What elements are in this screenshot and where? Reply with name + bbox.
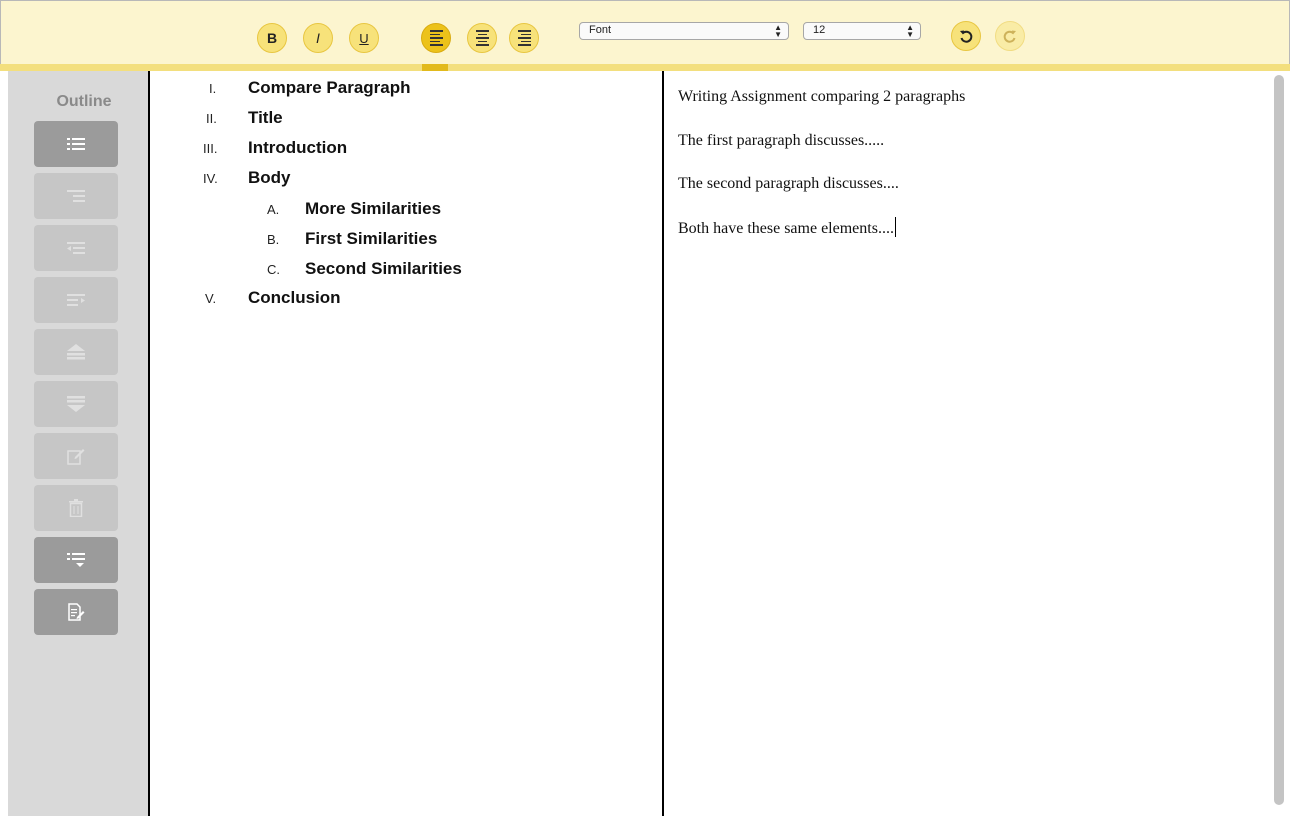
- redo-icon: [1003, 30, 1016, 43]
- move-up-button[interactable]: [34, 329, 118, 375]
- align-center-button[interactable]: [467, 23, 497, 53]
- move-down-icon: [67, 396, 85, 412]
- outline-item-number: I.: [209, 81, 217, 96]
- toolbar-divider: [0, 64, 1290, 71]
- scrollbar[interactable]: [1274, 75, 1284, 805]
- move-down-button[interactable]: [34, 381, 118, 427]
- outline-pane: I. Compare Paragraph II. Title III. Introduct…: [150, 71, 664, 816]
- outline-item[interactable]: Introduction: [248, 138, 347, 158]
- active-align-indicator: [422, 64, 448, 71]
- demote-icon: [67, 294, 85, 306]
- demote-button[interactable]: [34, 277, 118, 323]
- list-options-button[interactable]: [34, 537, 118, 583]
- move-up-icon: [67, 344, 85, 360]
- redo-button[interactable]: [995, 21, 1025, 51]
- outline-item[interactable]: Second Similarities: [305, 259, 462, 279]
- outline-sidebar: Outline: [0, 71, 150, 816]
- undo-icon: [960, 30, 973, 43]
- outline-item-number: III.: [203, 141, 218, 156]
- editor-paragraph-text: Both have these same elements....: [678, 220, 894, 237]
- outline-item[interactable]: First Similarities: [305, 229, 437, 249]
- outline-view-button[interactable]: [34, 121, 118, 167]
- underline-label: U: [359, 30, 369, 46]
- align-right-button[interactable]: [509, 23, 539, 53]
- italic-label: I: [316, 30, 320, 46]
- font-select-value: Font: [589, 24, 612, 36]
- outdent-icon: [67, 242, 85, 254]
- bold-label: B: [266, 30, 278, 46]
- outline-item-number: II.: [206, 111, 217, 126]
- document-edit-icon: [68, 603, 85, 621]
- align-left-button[interactable]: [421, 23, 451, 53]
- font-select[interactable]: Font ▲ ▼: [579, 22, 789, 40]
- outline-item[interactable]: More Similarities: [305, 199, 441, 219]
- edit-icon: [67, 449, 85, 465]
- bold-button[interactable]: B: [257, 23, 287, 53]
- editor-paragraph[interactable]: The second paragraph discusses....: [678, 175, 899, 193]
- align-center-icon: [475, 30, 489, 46]
- select-arrows-icon: ▲ ▼: [906, 23, 914, 39]
- font-size-value: 12: [813, 24, 826, 36]
- align-right-icon: [517, 30, 531, 46]
- outline-item[interactable]: Title: [248, 108, 283, 128]
- delete-button[interactable]: [34, 485, 118, 531]
- outline-item[interactable]: Compare Paragraph: [248, 78, 411, 98]
- outline-item[interactable]: Conclusion: [248, 288, 341, 308]
- document-edit-button[interactable]: [34, 589, 118, 635]
- outline-item-number: A.: [267, 202, 280, 217]
- outline-item-number: B.: [267, 232, 280, 247]
- editor-paragraph[interactable]: Both have these same elements....: [678, 217, 896, 238]
- indent-icon: [67, 190, 85, 202]
- list-icon: [67, 138, 85, 150]
- outdent-button[interactable]: [34, 225, 118, 271]
- text-cursor: [894, 217, 896, 237]
- indent-button[interactable]: [34, 173, 118, 219]
- trash-icon: [69, 499, 83, 517]
- font-size-select[interactable]: 12 ▲ ▼: [803, 22, 921, 40]
- outline-item-number: V.: [205, 291, 217, 306]
- editor-paragraph[interactable]: Writing Assignment comparing 2 paragraph…: [678, 88, 965, 106]
- outline-item[interactable]: Body: [248, 168, 291, 188]
- align-left-icon: [429, 30, 443, 46]
- italic-button[interactable]: I: [303, 23, 333, 53]
- edit-button[interactable]: [34, 433, 118, 479]
- undo-button[interactable]: [951, 21, 981, 51]
- outline-item-number: IV.: [203, 171, 218, 186]
- sidebar-title: Outline: [56, 93, 112, 110]
- editor-paragraph[interactable]: The first paragraph discusses.....: [678, 132, 884, 150]
- toolbar: B I U Font ▲ ▼ 12 ▲ ▼: [0, 0, 1290, 66]
- list-dropdown-icon: [67, 553, 85, 567]
- outline-item-number: C.: [267, 262, 280, 277]
- underline-button[interactable]: U: [349, 23, 379, 53]
- editor-pane[interactable]: Writing Assignment comparing 2 paragraph…: [666, 71, 1290, 816]
- select-arrows-icon: ▲ ▼: [774, 23, 782, 39]
